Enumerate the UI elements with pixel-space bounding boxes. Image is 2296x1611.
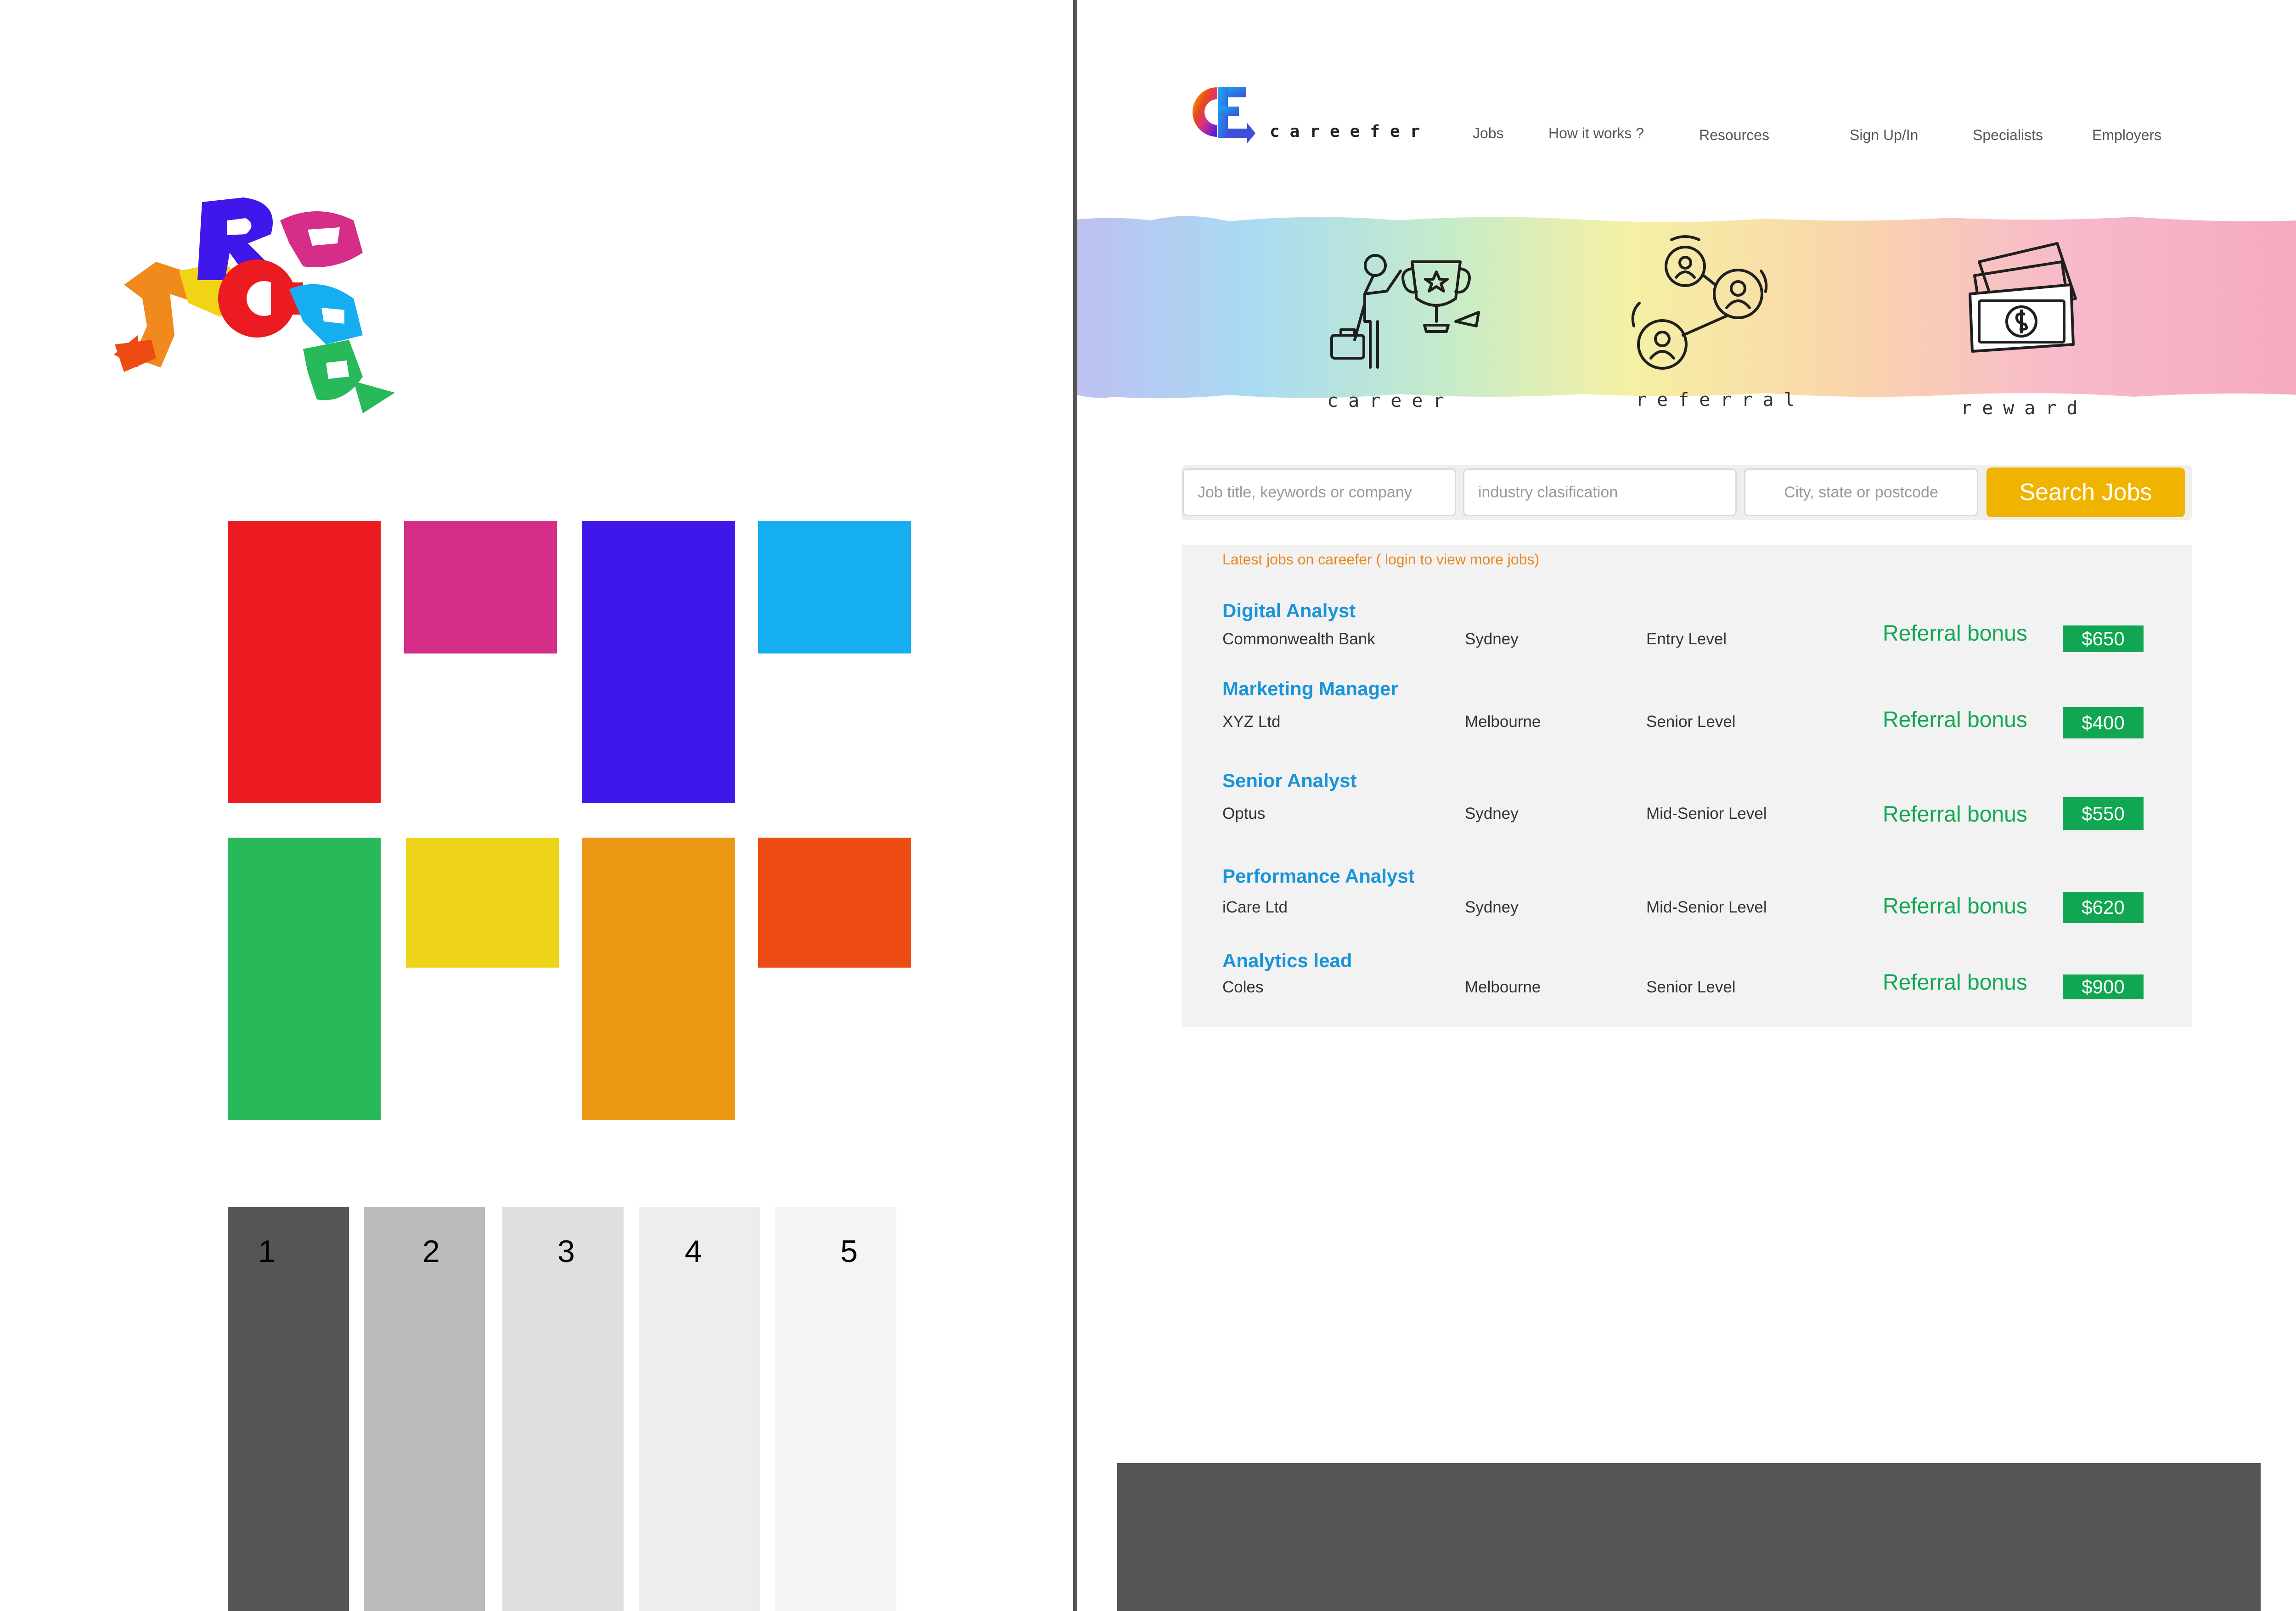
referral-bonus-amount: $620: [2063, 892, 2144, 923]
location-input[interactable]: City, state or postcode: [1744, 468, 1978, 516]
job-location: Sydney: [1465, 805, 1519, 822]
swatch-yellow: [406, 838, 559, 968]
referral-bonus-label: Referral bonus: [1883, 970, 2027, 995]
job-title[interactable]: Marketing Manager: [1222, 678, 1398, 700]
brand-name: careefer: [1270, 122, 1430, 141]
job-level: Mid-Senior Level: [1646, 898, 1767, 916]
money-stack-icon: [1969, 242, 2077, 353]
referral-bonus-label: Referral bonus: [1883, 708, 2027, 732]
nav-how-it-works[interactable]: How it works ?: [1548, 125, 1644, 142]
gray-swatch-1: 1: [228, 1207, 349, 1611]
referral-bonus-label: Referral bonus: [1883, 802, 2027, 827]
swatch-magenta: [404, 521, 557, 653]
job-company: Coles: [1222, 978, 1264, 996]
referral-bonus-amount: $400: [2063, 707, 2144, 738]
job-title[interactable]: Performance Analyst: [1222, 865, 1415, 887]
job-level: Mid-Senior Level: [1646, 805, 1767, 822]
careefer-letter-logo: [114, 197, 395, 413]
gray-swatch-5: 5: [775, 1207, 896, 1611]
nav-specialists[interactable]: Specialists: [1973, 127, 2043, 144]
gray-swatch-4: 4: [639, 1207, 760, 1611]
banner-label-referral: referral: [1636, 389, 1805, 411]
job-company: XYZ Ltd: [1222, 713, 1281, 731]
job-company: iCare Ltd: [1222, 898, 1288, 916]
banner-label-reward: reward: [1961, 398, 2088, 419]
gray-swatch-number: 2: [422, 1234, 440, 1269]
keyword-input[interactable]: Job title, keywords or company: [1182, 468, 1456, 516]
network-people-icon: [1631, 235, 1768, 370]
banner-label-career: career: [1327, 390, 1454, 411]
footer: [1117, 1463, 2261, 1611]
nav-sign-up-in[interactable]: Sign Up/In: [1850, 127, 1918, 144]
job-company: Optus: [1222, 805, 1266, 822]
swatch-violet: [582, 521, 735, 803]
gray-swatch-number: 4: [685, 1234, 702, 1269]
job-title[interactable]: Analytics lead: [1222, 950, 1352, 972]
referral-bonus-label: Referral bonus: [1883, 894, 2027, 918]
job-company: Commonwealth Bank: [1222, 630, 1375, 648]
nav-employers[interactable]: Employers: [2092, 127, 2161, 144]
gray-swatch-2: 2: [364, 1207, 485, 1611]
gray-swatch-number: 1: [258, 1234, 276, 1269]
nav-resources[interactable]: Resources: [1699, 127, 1769, 144]
job-level: Senior Level: [1646, 978, 1736, 996]
referral-bonus-amount: $650: [2063, 625, 2144, 652]
job-location: Melbourne: [1465, 713, 1541, 731]
referral-bonus-amount: $900: [2063, 974, 2144, 999]
gray-swatch-3: 3: [502, 1207, 624, 1611]
job-location: Melbourne: [1465, 978, 1541, 996]
referral-bonus-label: Referral bonus: [1883, 621, 2027, 646]
swatch-red: [228, 521, 381, 803]
job-location: Sydney: [1465, 630, 1519, 648]
referral-bonus-amount: $550: [2063, 797, 2144, 830]
gray-swatch-number: 5: [840, 1234, 858, 1269]
industry-select[interactable]: industry clasification: [1463, 468, 1737, 516]
nav-jobs[interactable]: Jobs: [1473, 125, 1504, 142]
search-jobs-button[interactable]: Search Jobs: [1986, 468, 2185, 517]
gray-swatch-number: 3: [557, 1234, 575, 1269]
job-level: Entry Level: [1646, 630, 1727, 648]
swatch-orange: [582, 838, 735, 1120]
latest-jobs-heading[interactable]: Latest jobs on careefer ( login to view …: [1222, 551, 1539, 568]
swatch-green: [228, 838, 381, 1120]
swatch-orange-red: [758, 838, 911, 968]
job-title[interactable]: Digital Analyst: [1222, 600, 1356, 622]
section-divider: [1073, 0, 1077, 1611]
trophy-person-icon: [1330, 254, 1480, 369]
job-title[interactable]: Senior Analyst: [1222, 770, 1357, 792]
careefer-logo-icon[interactable]: [1187, 83, 1256, 147]
job-location: Sydney: [1465, 898, 1519, 916]
job-level: Senior Level: [1646, 713, 1736, 731]
swatch-sky-blue: [758, 521, 911, 653]
